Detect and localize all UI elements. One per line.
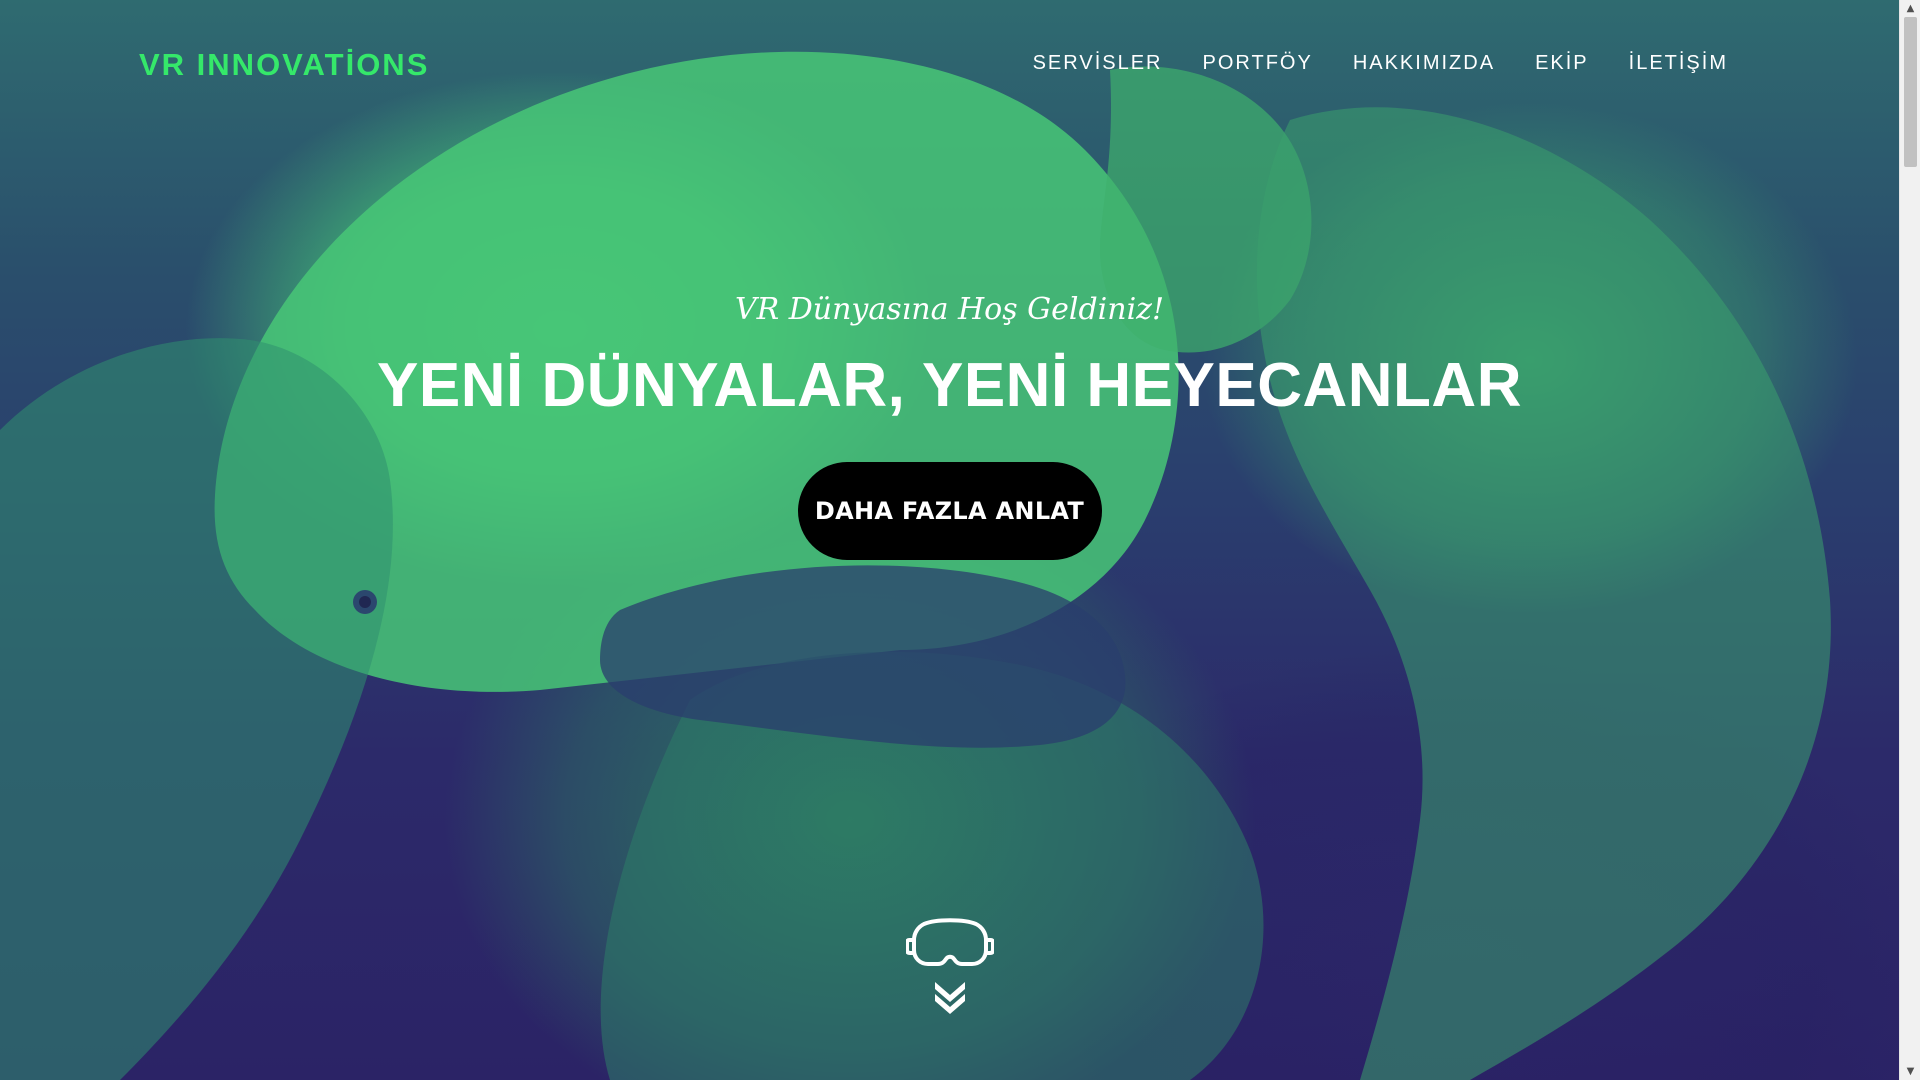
top-navigation-bar: VR INNOVATİONS SERVİSLER PORTFÖY HAKKIMI… — [0, 0, 1899, 130]
nav-link-iletisim[interactable]: İLETİŞİM — [1629, 52, 1728, 75]
hero-content: VR Dünyasına Hoş Geldiniz! YENİ DÜNYALAR… — [0, 292, 1899, 561]
double-chevron-down-icon — [933, 979, 967, 1022]
vr-headset-icon — [904, 918, 995, 973]
scroll-up-arrow-icon[interactable]: ▲ — [1900, 0, 1920, 17]
hero-section: VR INNOVATİONS SERVİSLER PORTFÖY HAKKIMI… — [0, 0, 1899, 1080]
vertical-scrollbar[interactable]: ▲ ▼ — [1899, 0, 1920, 1080]
nav-link-hakkimizda[interactable]: HAKKIMIZDA — [1353, 52, 1495, 75]
scrollbar-thumb[interactable] — [1904, 17, 1917, 167]
brand-logo-text[interactable]: VR INNOVATİONS — [139, 47, 429, 83]
main-nav: SERVİSLER PORTFÖY HAKKIMIZDA EKİP İLETİŞ… — [1033, 52, 1728, 75]
scroll-down-indicator[interactable] — [0, 918, 1899, 1022]
nav-link-servisler[interactable]: SERVİSLER — [1033, 52, 1163, 75]
scroll-down-arrow-icon[interactable]: ▼ — [1900, 1063, 1920, 1080]
nav-link-ekip[interactable]: EKİP — [1535, 52, 1589, 75]
hero-subtitle: VR Dünyasına Hoş Geldiniz! — [734, 292, 1165, 327]
learn-more-button[interactable]: DAHA FAZLA ANLAT — [797, 462, 1102, 561]
nav-link-portfoy[interactable]: PORTFÖY — [1203, 52, 1313, 75]
hero-title: YENİ DÜNYALAR, YENİ HEYECANLAR — [377, 351, 1522, 420]
